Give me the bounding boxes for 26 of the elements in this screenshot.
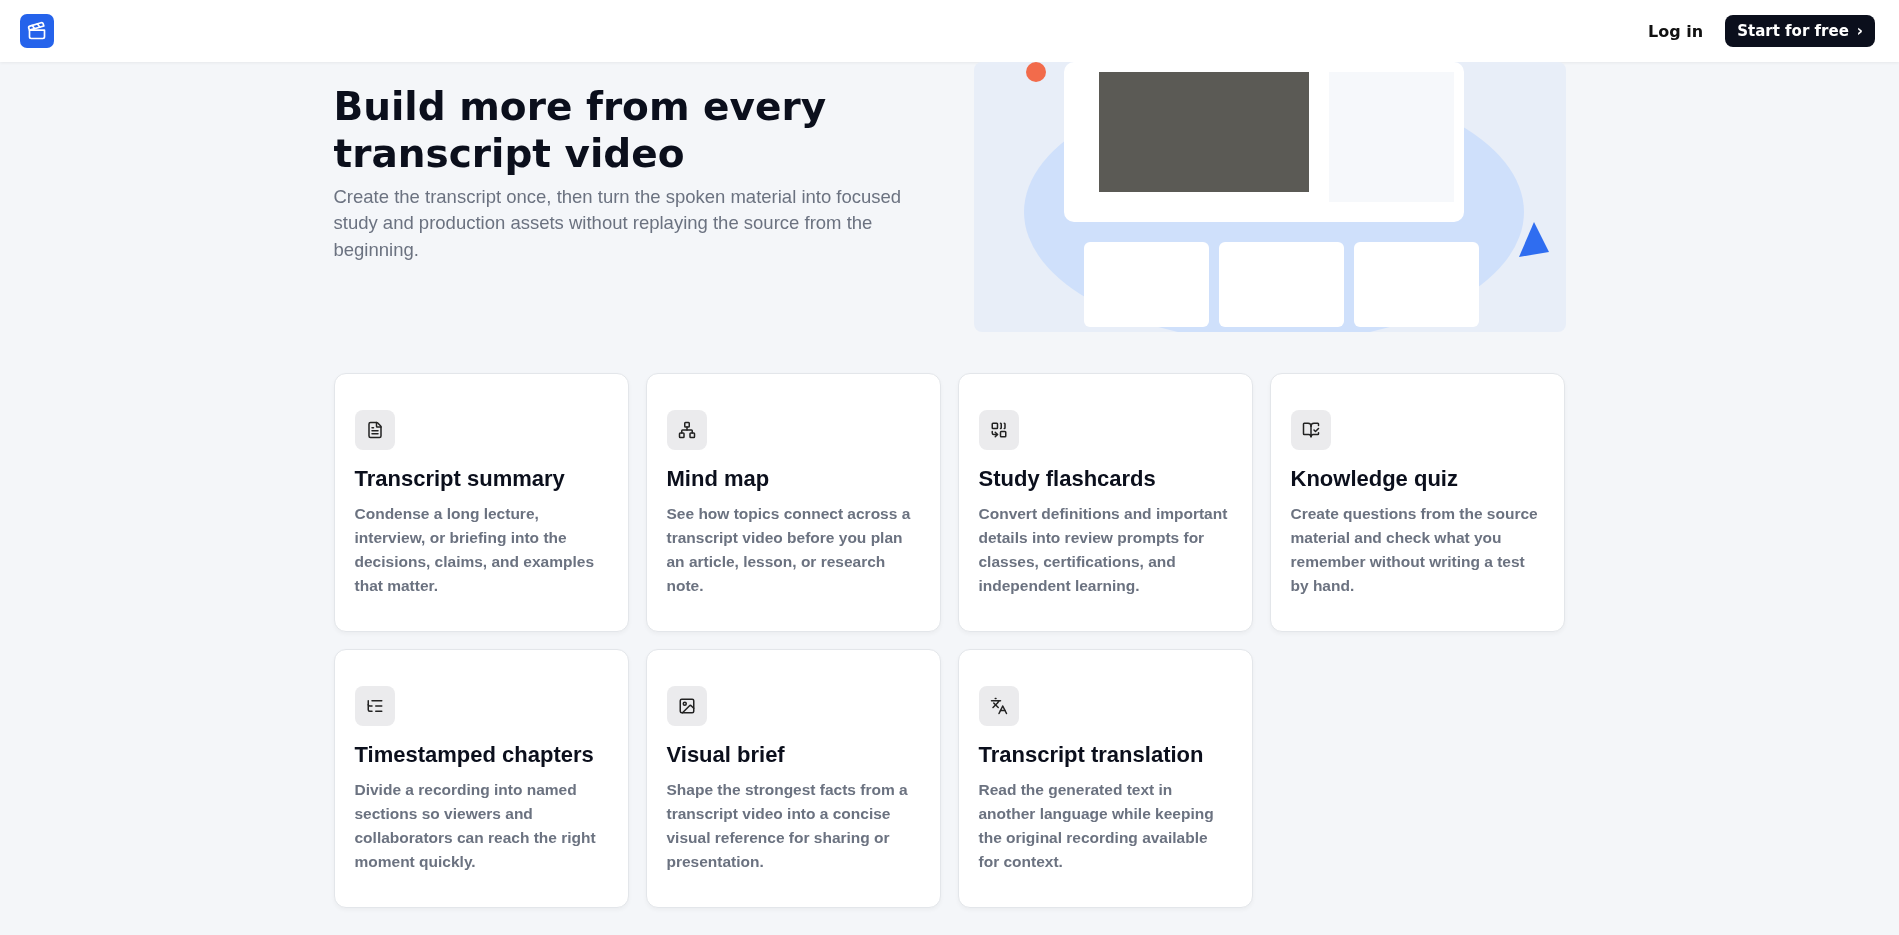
squares-icon: [978, 410, 1019, 450]
document-icon: [354, 410, 395, 450]
feature-title: Visual brief: [666, 742, 786, 768]
feature-title: Transcript summary: [354, 466, 566, 492]
hero-subtitle: Create the transcript once, then turn the spoken material into focused study and production assets without replaying the source from the beginning.: [333, 184, 903, 263]
feature-title: Transcript translation: [978, 742, 1205, 768]
feature-description: See how topics connect across a transcript video before you plan an article, lesson, or research note.: [666, 504, 912, 597]
feature-description: Divide a recording into named sections so viewers and collaborators can reach the right moment quickly.: [354, 780, 597, 873]
book-check-icon: [1290, 410, 1331, 450]
feature-title: Timestamped chapters: [354, 742, 595, 768]
app-logo[interactable]: [20, 14, 54, 48]
feature-description: Shape the strongest facts from a transcript video into a concise visual reference for sharing or presentation.: [666, 780, 909, 873]
feature-title: Knowledge quiz: [1290, 466, 1459, 492]
feature-description: Create questions from the source material and check what you remember without writing a test by hand.: [1290, 504, 1539, 597]
hierarchy-icon: [666, 410, 707, 450]
login-link[interactable]: Log in: [1648, 21, 1704, 41]
translate-icon: [978, 686, 1019, 726]
hero-title: Build more from every transcript video: [333, 84, 828, 178]
image-icon: [666, 686, 707, 726]
feature-title: Mind map: [666, 466, 771, 492]
feature-title: Study flashcards: [978, 466, 1157, 492]
list-icon: [354, 686, 395, 726]
feature-description: Read the generated text in another language while keeping the original recording available for context.: [978, 780, 1215, 873]
feature-description: Convert definitions and important details into review prompts for classes, certifications, and independent learning.: [978, 504, 1229, 597]
start-button[interactable]: Start for free ›: [1725, 15, 1875, 47]
feature-description: Condense a long lecture, interview, or briefing into the decisions, claims, and examples that matter.: [354, 504, 595, 597]
